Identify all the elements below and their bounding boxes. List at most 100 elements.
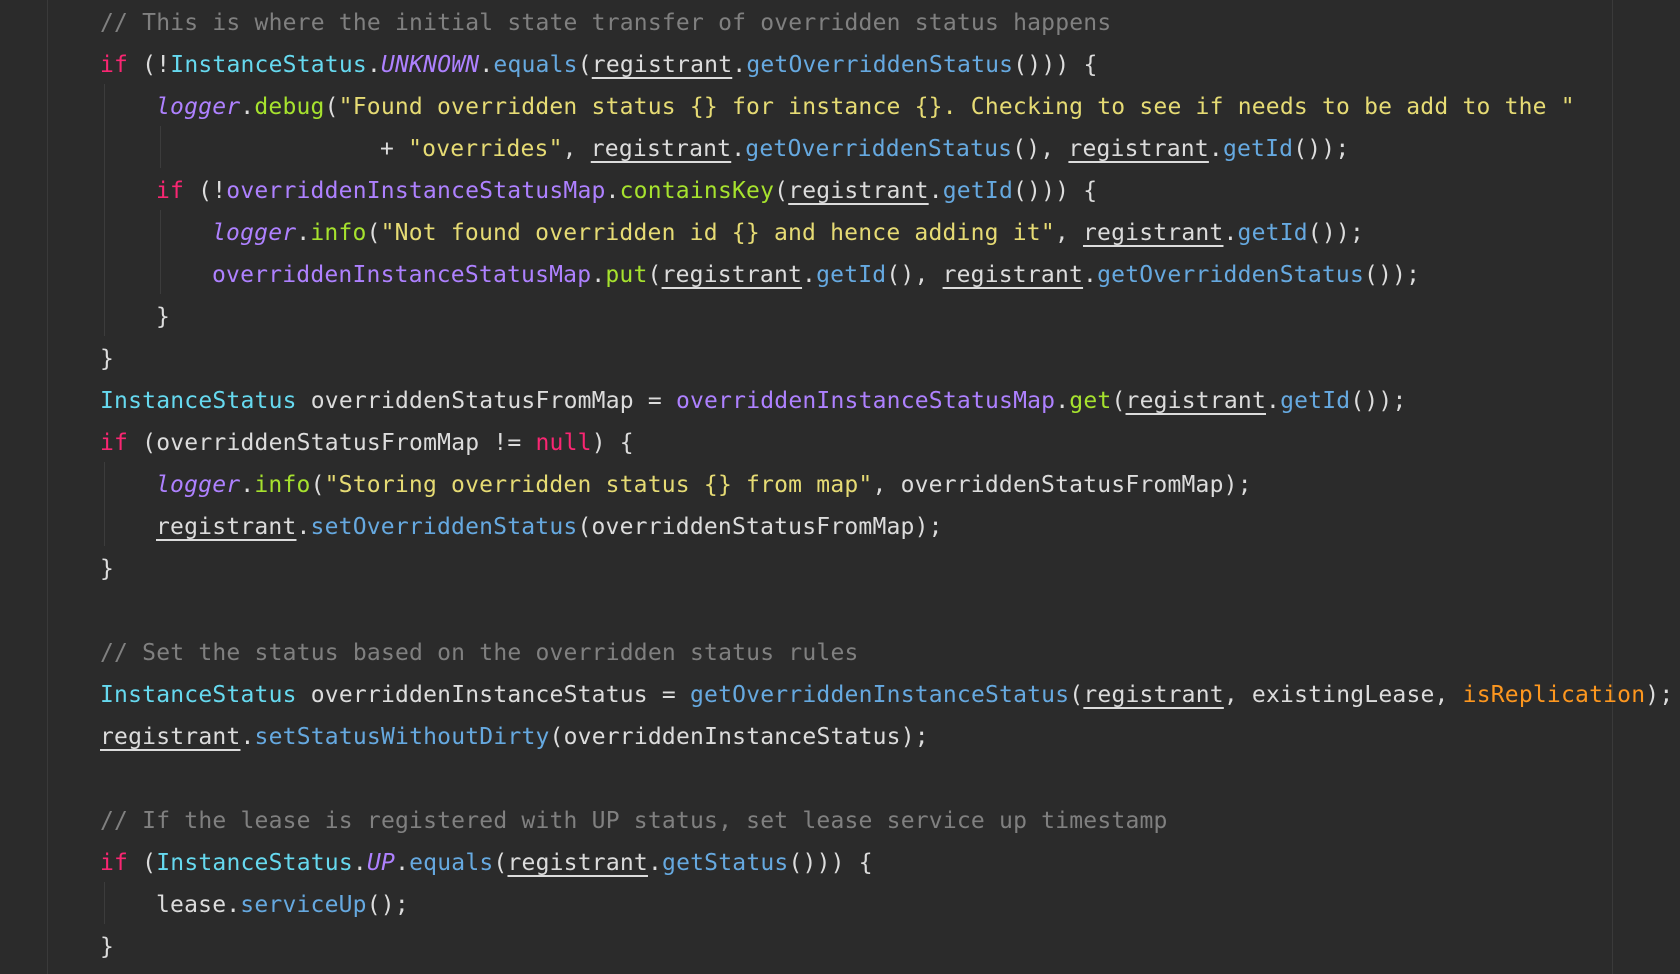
code-token: (), — [886, 262, 943, 288]
code-token: getOverriddenStatus — [746, 52, 1014, 78]
code-token: // If the lease is registered with UP st… — [100, 808, 1168, 834]
code-token: ( — [774, 178, 789, 204]
code-line[interactable]: registrant.setOverriddenStatus(overridde… — [156, 506, 943, 548]
code-token: . — [395, 850, 410, 876]
code-line[interactable]: } — [100, 548, 114, 590]
code-token: } — [100, 346, 115, 372]
code-token: ()); — [1307, 220, 1364, 246]
code-token: registrant — [661, 262, 803, 288]
code-token: InstanceStatus — [156, 850, 353, 876]
code-line[interactable]: registrant.setStatusWithoutDirty(overrid… — [100, 716, 929, 758]
code-line[interactable]: InstanceStatus overriddenStatusFromMap =… — [100, 380, 1407, 422]
code-token: } — [100, 556, 115, 582]
code-token: ( — [128, 850, 157, 876]
code-token: setOverriddenStatus — [310, 514, 578, 540]
code-token: . — [591, 262, 606, 288]
code-token: . — [1208, 136, 1223, 162]
code-token: } — [156, 304, 171, 330]
code-token: UNKNOWN — [381, 52, 480, 78]
code-token: ())) { — [788, 850, 873, 876]
code-token: // This is where the initial state trans… — [100, 10, 1112, 36]
indent-guide — [160, 126, 161, 168]
code-token: . — [366, 52, 381, 78]
code-line[interactable]: if (overriddenStatusFromMap != null) { — [100, 422, 634, 464]
code-token: registrant — [591, 52, 733, 78]
code-token: registrant — [1083, 220, 1224, 246]
gutter-divider — [47, 0, 48, 974]
code-token: . — [802, 262, 817, 288]
code-token: (! — [184, 178, 227, 204]
code-token: , — [562, 136, 591, 162]
code-token: getId — [816, 262, 887, 288]
code-token: registrant — [156, 514, 297, 540]
code-token: ( — [366, 220, 381, 246]
code-line[interactable]: logger.debug("Found overridden status {}… — [156, 86, 1575, 128]
code-editor[interactable]: // This is where the initial state trans… — [0, 0, 1680, 974]
code-token: . — [732, 52, 747, 78]
code-token: ( — [1069, 682, 1084, 708]
code-token: isReplication — [1462, 682, 1646, 708]
code-token: overriddenInstanceStatus = — [296, 682, 690, 708]
code-token: logger — [212, 220, 297, 246]
code-token: getId — [1280, 388, 1351, 414]
code-line[interactable]: // If the lease is registered with UP st… — [100, 800, 1168, 842]
code-token: if — [100, 52, 129, 78]
indent-guide — [104, 84, 105, 336]
code-line[interactable]: } — [100, 338, 114, 380]
code-token: . — [352, 850, 367, 876]
code-token: (), — [1012, 136, 1069, 162]
code-token: + — [380, 136, 409, 162]
code-token: ( — [324, 94, 339, 120]
code-token: "Not found overridden id {} and hence ad… — [380, 220, 1055, 246]
code-token: InstanceStatus — [100, 388, 297, 414]
code-line[interactable]: if (!overriddenInstanceStatusMap.contain… — [156, 170, 1097, 212]
code-token: ())) { — [1013, 178, 1098, 204]
code-token: registrant — [942, 262, 1084, 288]
code-line[interactable]: } — [156, 296, 170, 338]
code-line[interactable]: } — [100, 926, 114, 968]
code-token: null — [535, 430, 592, 456]
code-token: UP — [366, 850, 396, 876]
code-line[interactable]: // Set the status based on the overridde… — [100, 632, 859, 674]
code-token: . — [296, 514, 311, 540]
code-token: . — [240, 724, 255, 750]
code-token: getOverriddenStatus — [1097, 262, 1365, 288]
code-token: if — [156, 178, 185, 204]
code-token: overriddenInstanceStatusMap — [675, 388, 1056, 414]
code-line[interactable]: lease.serviceUp(); — [156, 884, 409, 926]
code-line[interactable]: if (!InstanceStatus.UNKNOWN.equals(regis… — [100, 44, 1098, 86]
code-token: info — [310, 220, 367, 246]
code-token: . — [1223, 220, 1238, 246]
indent-guide — [104, 882, 105, 924]
code-token: overriddenInstanceStatusMap — [226, 178, 606, 204]
code-token: equals — [409, 850, 494, 876]
code-token: setStatusWithoutDirty — [254, 724, 550, 750]
code-token: ())) { — [1013, 52, 1098, 78]
code-line[interactable]: overriddenInstanceStatusMap.put(registra… — [212, 254, 1420, 296]
code-line[interactable]: // This is where the initial state trans… — [100, 2, 1111, 44]
code-token: serviceUp — [240, 892, 367, 918]
code-token: getId — [1222, 136, 1294, 162]
code-token: registrant — [590, 136, 732, 162]
code-token: registrant — [507, 850, 648, 876]
code-line[interactable]: logger.info("Not found overridden id {} … — [212, 212, 1364, 254]
code-token: if — [100, 430, 129, 456]
code-token: "overrides" — [408, 136, 563, 162]
code-token: registrant — [1068, 136, 1209, 162]
code-token: . — [240, 472, 255, 498]
code-token: . — [928, 178, 943, 204]
code-token: , overriddenStatusFromMap); — [872, 472, 1252, 498]
code-line[interactable]: InstanceStatus overriddenInstanceStatus … — [100, 674, 1673, 716]
code-token: overriddenStatusFromMap = — [296, 388, 676, 414]
indent-guide — [104, 462, 105, 546]
code-token: ()); — [1350, 388, 1407, 414]
code-token: "Found overridden status {} for instance… — [338, 94, 1575, 120]
right-margin-guide — [1612, 0, 1613, 974]
code-token: . — [296, 220, 311, 246]
code-token: getOverriddenStatus — [745, 136, 1013, 162]
code-token: info — [254, 472, 311, 498]
code-line[interactable]: logger.info("Storing overridden status {… — [156, 464, 1252, 506]
code-line[interactable]: if (InstanceStatus.UP.equals(registrant.… — [100, 842, 873, 884]
code-line[interactable]: + "overrides", registrant. getOverriddenS… — [380, 128, 1349, 170]
code-token: if — [100, 850, 129, 876]
